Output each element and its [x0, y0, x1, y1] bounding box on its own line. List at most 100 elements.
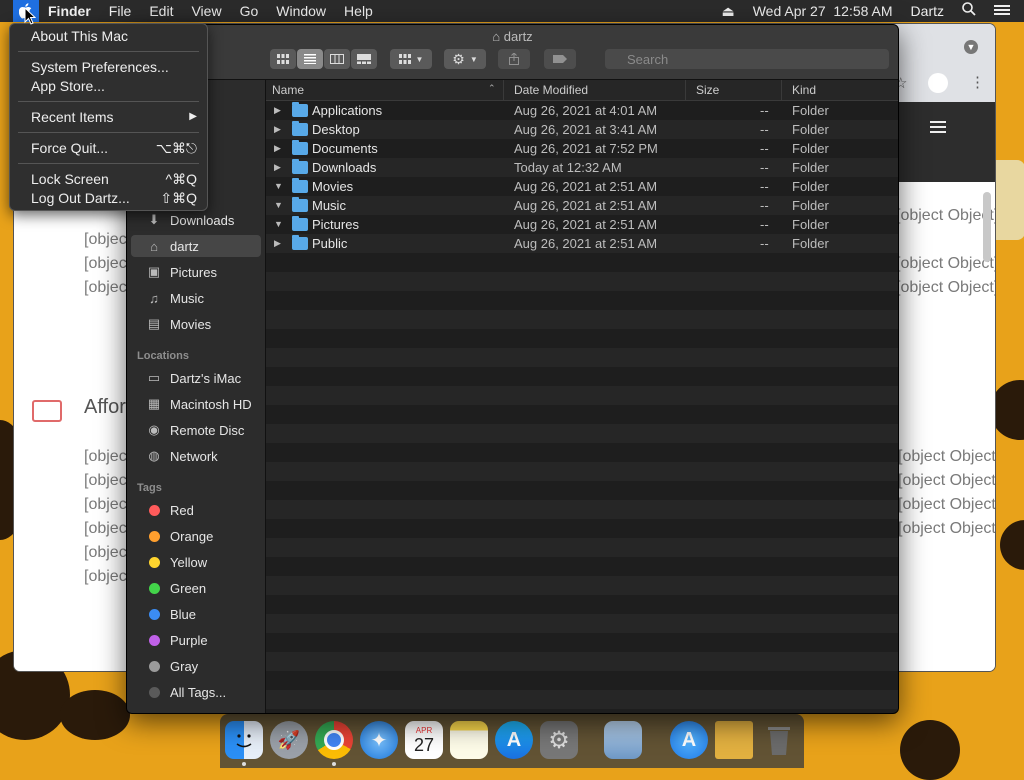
sidebar-tag-all-tags[interactable]: All Tags...: [145, 681, 226, 703]
menu-view[interactable]: View: [182, 0, 230, 22]
menu-file[interactable]: File: [100, 0, 141, 22]
view-icons-button[interactable]: [270, 49, 296, 69]
menu-item-force-quit[interactable]: Force Quit... ⌥⌘⎋: [31, 138, 197, 158]
view-columns-button[interactable]: [324, 49, 350, 69]
menu-separator: [18, 132, 199, 133]
menu-app-name[interactable]: Finder: [39, 0, 100, 22]
menu-item-app-store[interactable]: App Store...: [31, 76, 197, 96]
column-header-date[interactable]: Date Modified: [508, 80, 686, 100]
sidebar-item-pictures[interactable]: ▣ Pictures: [145, 261, 217, 283]
dock-trash-icon[interactable]: [760, 721, 798, 759]
menu-item-lock-screen[interactable]: Lock Screen ^⌘Q: [31, 169, 197, 189]
dock-preview-icon[interactable]: [604, 721, 642, 759]
dock-launchpad-icon[interactable]: 🚀: [270, 721, 308, 759]
sidebar-tag-blue[interactable]: Blue: [145, 603, 196, 625]
sidebar-item-dartz[interactable]: ⌂ dartz: [145, 235, 199, 257]
sidebar-tag-yellow[interactable]: Yellow: [145, 551, 207, 573]
menubar-user[interactable]: Dartz: [902, 0, 953, 22]
menu-item-recent-items[interactable]: Recent Items ▶: [31, 107, 197, 127]
menu-help[interactable]: Help: [335, 0, 382, 22]
dock-image-file-icon[interactable]: [715, 721, 753, 759]
column-header-size[interactable]: Size: [690, 80, 782, 100]
row-stripe: [266, 405, 898, 424]
menu-bar: Finder File Edit View Go Window Help ⏏ W…: [0, 0, 1024, 22]
search-input[interactable]: [605, 49, 889, 69]
dock-safari-icon[interactable]: ✦: [360, 721, 398, 759]
sidebar-item-downloads[interactable]: ⬇ Downloads: [145, 209, 235, 231]
group-by-button[interactable]: ▼: [390, 49, 432, 69]
disclosure-collapsed-icon[interactable]: ▶: [274, 139, 281, 158]
view-gallery-button[interactable]: [351, 49, 377, 69]
row-stripe: [266, 538, 898, 557]
row-stripe: [266, 253, 898, 272]
disclosure-collapsed-icon[interactable]: ▶: [274, 101, 281, 120]
menubar-clock[interactable]: Wed Apr 27 12:58 AM: [744, 0, 902, 22]
file-date-modified: Aug 26, 2021 at 2:51 AM: [514, 179, 658, 194]
menu-item-system-preferences[interactable]: System Preferences...: [31, 57, 197, 77]
sidebar-item-label: Blue: [170, 606, 197, 622]
table-row[interactable]: ▼ Music Aug 26, 2021 at 2:51 AM -- Folder: [266, 196, 898, 215]
table-row[interactable]: ▼ Movies Aug 26, 2021 at 2:51 AM -- Folder: [266, 177, 898, 196]
menu-item-label: App Store...: [31, 78, 105, 94]
sidebar-item-label: All Tags...: [170, 684, 227, 700]
eject-icon[interactable]: ⏏: [712, 0, 743, 22]
sidebar-item-remote-disc[interactable]: ◉ Remote Disc: [145, 419, 244, 441]
disclosure-expanded-icon[interactable]: ▼: [274, 177, 283, 196]
dock-app-store-folder-icon[interactable]: A: [670, 721, 708, 759]
running-indicator: [332, 762, 336, 766]
scrollbar[interactable]: [983, 192, 991, 262]
disclosure-expanded-icon[interactable]: ▼: [274, 196, 283, 215]
sidebar-item-macintosh-hd[interactable]: ▦ Macintosh HD: [145, 393, 252, 415]
table-row[interactable]: ▶ Applications Aug 26, 2021 at 4:01 AM -- Fo…: [266, 101, 898, 120]
table-row[interactable]: ▶ Downloads Today at 12:32 AM -- Folder: [266, 158, 898, 177]
disclosure-collapsed-icon[interactable]: ▶: [274, 158, 281, 177]
gear-icon: ⚙: [452, 50, 465, 67]
column-header-kind[interactable]: Kind: [786, 80, 898, 100]
file-kind: Folder: [792, 160, 829, 175]
sidebar-item-label: Red: [170, 502, 194, 518]
app-store-glyph-icon: A: [506, 728, 522, 751]
table-row[interactable]: ▼ Pictures Aug 26, 2021 at 2:51 AM -- Folder: [266, 215, 898, 234]
menu-item-log-out[interactable]: Log Out Dartz... ⇧⌘Q: [31, 188, 197, 208]
sidebar-item-movies[interactable]: ▤ Movies: [145, 313, 211, 335]
sidebar-tag-orange[interactable]: Orange: [145, 525, 213, 547]
hamburger-menu-icon[interactable]: [930, 120, 946, 138]
sidebar-item-network[interactable]: ◍ Network: [145, 445, 217, 467]
menu-window[interactable]: Window: [267, 0, 335, 22]
table-row[interactable]: ▶ Public Aug 26, 2021 at 2:51 AM -- Folder: [266, 234, 898, 253]
sidebar-tag-purple[interactable]: Purple: [145, 629, 208, 651]
sidebar-tag-red[interactable]: Red: [145, 499, 194, 521]
row-stripe: [266, 481, 898, 500]
control-center-icon[interactable]: [985, 0, 1024, 22]
table-row[interactable]: ▶ Desktop Aug 26, 2021 at 3:41 AM -- Folder: [266, 120, 898, 139]
dock-notes-icon[interactable]: [450, 721, 488, 759]
sidebar-tag-gray[interactable]: Gray: [145, 655, 198, 677]
disclosure-collapsed-icon[interactable]: ▶: [274, 234, 281, 253]
finder-window: ⌂ dartz ▼ ⚙ ▼ A: [126, 24, 899, 714]
chevron-down-icon[interactable]: ▼: [964, 40, 978, 54]
table-row[interactable]: ▶ Documents Aug 26, 2021 at 7:52 PM -- Folde…: [266, 139, 898, 158]
sidebar-item-music[interactable]: ♫ Music: [145, 287, 204, 309]
spotlight-search-icon[interactable]: [953, 0, 985, 22]
menu-edit[interactable]: Edit: [140, 0, 182, 22]
dock-app-store-icon[interactable]: A: [495, 721, 533, 759]
profile-icon[interactable]: [928, 73, 948, 93]
more-options-icon[interactable]: ⋮: [970, 73, 985, 91]
disclosure-collapsed-icon[interactable]: ▶: [274, 120, 281, 139]
menu-item-about-this-mac[interactable]: About This Mac: [31, 26, 197, 46]
menu-go[interactable]: Go: [231, 0, 268, 22]
column-header-name[interactable]: Name: [266, 80, 504, 100]
calendar-day: 27: [413, 734, 435, 755]
edit-tags-button[interactable]: [544, 49, 576, 69]
disclosure-expanded-icon[interactable]: ▼: [274, 215, 283, 234]
dock-finder-icon[interactable]: [225, 721, 263, 759]
sidebar-tag-green[interactable]: Green: [145, 577, 206, 599]
action-button[interactable]: ⚙ ▼: [444, 49, 486, 69]
view-list-button[interactable]: [297, 49, 323, 69]
grid-icon: [277, 54, 289, 64]
dock-calendar-icon[interactable]: APR 27: [405, 721, 443, 759]
sidebar-item-imac[interactable]: ▭ Dartz's iMac: [145, 367, 241, 389]
dock-system-preferences-icon[interactable]: ⚙: [540, 721, 578, 759]
dock-chrome-icon[interactable]: [315, 721, 353, 759]
share-button[interactable]: [498, 49, 530, 69]
